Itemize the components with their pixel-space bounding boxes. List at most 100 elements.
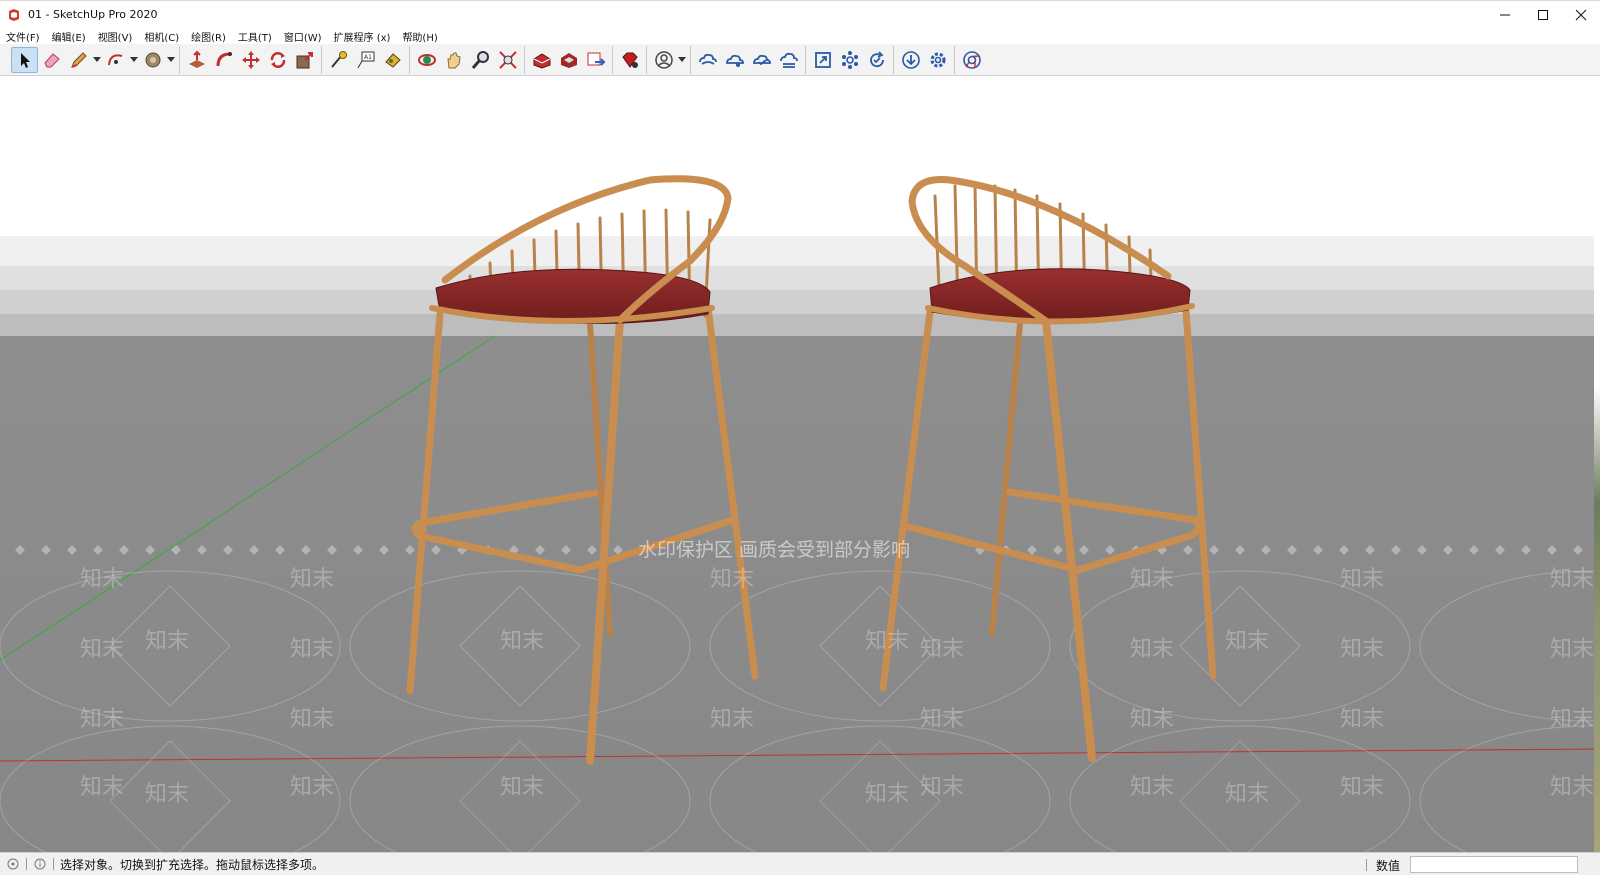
download-icon <box>901 50 920 69</box>
svg-text:知末: 知末 <box>710 567 754 592</box>
chrome-button[interactable] <box>958 47 985 73</box>
follow-me-icon <box>216 51 232 66</box>
arc-icon <box>107 53 122 65</box>
svg-text:知末: 知末 <box>1340 637 1384 662</box>
menu-file[interactable]: 文件(F) <box>6 29 40 44</box>
zoom-extents-button[interactable] <box>494 47 521 73</box>
desktop-background-edge <box>1594 76 1600 852</box>
ruby-console-button[interactable] <box>616 47 643 73</box>
select-icon <box>20 52 30 68</box>
svg-text:知末: 知末 <box>145 629 189 654</box>
chrome-icon <box>962 50 981 69</box>
nodes-icon <box>841 50 858 69</box>
toolbar-group-account <box>646 45 690 74</box>
3d-warehouse-button[interactable] <box>528 47 555 73</box>
toolbar-group-camera <box>409 45 524 74</box>
menu-camera[interactable]: 相机(C) <box>144 29 179 44</box>
maximize-icon <box>1538 10 1548 20</box>
svg-text:知末: 知末 <box>1340 775 1384 800</box>
expand-button[interactable] <box>809 47 836 73</box>
cloud-list-icon <box>779 52 798 68</box>
svg-text:知末: 知末 <box>290 707 334 732</box>
geo-location-icon[interactable] <box>6 857 20 871</box>
svg-text:知末: 知末 <box>920 775 964 800</box>
sky-background <box>0 76 1600 236</box>
tape-measure-button[interactable] <box>325 47 352 73</box>
svg-text:知末: 知末 <box>1130 567 1174 592</box>
svg-text:知末: 知末 <box>920 707 964 732</box>
account-dropdown[interactable] <box>677 47 687 73</box>
cloud-sync-button[interactable] <box>694 47 721 73</box>
horizon-band <box>0 236 1600 266</box>
paint-button[interactable] <box>379 47 406 73</box>
send-to-layout-button[interactable] <box>582 47 609 73</box>
expand-icon <box>814 51 831 68</box>
menu-extensions[interactable]: 扩展程序 (x) <box>334 29 391 44</box>
minimize-icon <box>1500 14 1510 16</box>
menu-view[interactable]: 视图(V) <box>98 29 133 44</box>
pencil-dropdown[interactable] <box>92 47 102 73</box>
modeling-viewport[interactable]: 水印保护区 画质会受到部分影响 知末 知末 知末 知末 知末 知末 知末 知末 … <box>0 76 1600 852</box>
svg-text:知末: 知末 <box>1550 567 1594 592</box>
account-button[interactable] <box>650 47 677 73</box>
orbit-button[interactable] <box>413 47 440 73</box>
menu-edit[interactable]: 编辑(E) <box>52 29 86 44</box>
push-pull-icon <box>188 50 205 68</box>
settings-gear-icon <box>930 52 945 67</box>
close-button[interactable] <box>1562 1 1600 29</box>
menu-draw[interactable]: 绘图(R) <box>191 29 226 44</box>
chevron-down-icon <box>167 56 175 62</box>
scale-button[interactable] <box>291 47 318 73</box>
measurements-input[interactable] <box>1410 856 1578 873</box>
info-icon[interactable] <box>33 857 47 871</box>
toolbar-group-ruby <box>612 45 646 74</box>
minimize-button[interactable] <box>1486 1 1524 29</box>
extension-warehouse-button[interactable] <box>555 47 582 73</box>
cloud-list-button[interactable] <box>775 47 802 73</box>
toolbar-group-edit <box>179 45 321 74</box>
rotate-icon <box>270 51 285 68</box>
shape-dropdown[interactable] <box>166 47 176 73</box>
settings-button[interactable] <box>924 47 951 73</box>
nodes-button[interactable] <box>836 47 863 73</box>
zoom-button[interactable] <box>467 47 494 73</box>
cloud-check-button[interactable] <box>748 47 775 73</box>
svg-text:知末: 知末 <box>290 637 334 662</box>
menu-window[interactable]: 窗口(W) <box>284 29 322 44</box>
pan-button[interactable] <box>440 47 467 73</box>
arc-dropdown[interactable] <box>129 47 139 73</box>
chevron-down-icon <box>130 56 138 62</box>
pencil-tool-button[interactable] <box>65 47 92 73</box>
toolbar-group-browser <box>954 45 988 74</box>
select-tool-button[interactable] <box>11 46 38 73</box>
cloud-share-button[interactable] <box>721 47 748 73</box>
download-button[interactable] <box>897 47 924 73</box>
close-icon <box>1575 9 1587 21</box>
menu-tools[interactable]: 工具(T) <box>238 29 272 44</box>
text-button[interactable]: A1 <box>352 47 379 73</box>
arc-tool-button[interactable] <box>102 47 129 73</box>
svg-text:知末: 知末 <box>290 567 334 592</box>
maximize-button[interactable] <box>1524 1 1562 29</box>
cloud-sync-icon <box>698 53 717 65</box>
move-button[interactable] <box>237 47 264 73</box>
follow-me-button[interactable] <box>210 47 237 73</box>
sketchup-logo-icon <box>9 8 19 21</box>
measurements-divider <box>1366 859 1367 871</box>
shape-tool-button[interactable] <box>139 47 166 73</box>
push-pull-button[interactable] <box>183 47 210 73</box>
svg-text:知末: 知末 <box>1550 775 1594 800</box>
refresh-button[interactable] <box>863 47 890 73</box>
cloud-share-icon <box>725 54 744 67</box>
cloud-check-icon <box>752 54 771 65</box>
svg-text:知末: 知末 <box>710 707 754 732</box>
window-controls <box>1486 1 1600 29</box>
menu-help[interactable]: 帮助(H) <box>402 29 437 44</box>
orbit-icon <box>417 53 436 66</box>
refresh-icon <box>869 50 884 67</box>
chevron-down-icon <box>93 56 101 62</box>
svg-text:知末: 知末 <box>920 637 964 662</box>
eraser-tool-button[interactable] <box>38 47 65 73</box>
rotate-button[interactable] <box>264 47 291 73</box>
svg-text:知末: 知末 <box>1340 567 1384 592</box>
